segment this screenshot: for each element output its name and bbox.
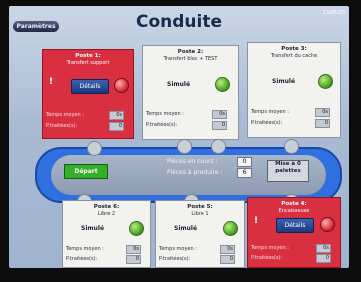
- alert-icon: !: [254, 216, 259, 226]
- poste-6-ptraites-label: P.traitées(s):: [66, 256, 98, 262]
- pieces-a-produire-label: Pièces à produire :: [167, 169, 223, 176]
- poste-4-status-led-icon: [320, 217, 335, 232]
- poste-4-panel: Poste 4: Encaisseuse ! Détails Temps moy…: [247, 197, 341, 268]
- poste-1-details-button[interactable]: Détails: [71, 79, 109, 94]
- poste-3-temps-value: 0s: [315, 108, 330, 117]
- poste-4-task: Encaisseuse: [278, 208, 310, 214]
- poste-5-state: Simulé: [174, 225, 198, 232]
- poste-2-status-led-icon: [215, 77, 230, 92]
- alert-icon: !: [49, 77, 54, 87]
- poste-3-node-icon: [211, 139, 226, 154]
- poste-3b-node-icon: [284, 139, 299, 154]
- poste-6-temps-label: Temps moyen :: [66, 246, 104, 252]
- poste-1-temps-value: 0s: [109, 111, 124, 120]
- poste-2-title: Poste 2:: [177, 49, 204, 55]
- poste-3-state: Simulé: [272, 78, 296, 85]
- poste-2-ptraites-label: P.traitées(s):: [146, 122, 178, 128]
- mise-a-zero-palettes-button[interactable]: Mise à 0 palettes: [267, 160, 309, 182]
- poste-5-task: Libre 1: [191, 211, 209, 217]
- poste-3-title: Poste 3:: [281, 46, 307, 52]
- poste-5-ptraites-value: 0: [220, 255, 235, 264]
- poste-5-status-led-icon: [223, 221, 238, 236]
- poste-5-panel: Poste 5: Libre 1 Simulé Temps moyen : 0s…: [155, 200, 245, 268]
- poste-3-ptraites-value: 0: [315, 119, 330, 128]
- hmi-screen: Paramètres Conduite 13/05/20 Poste 1: Tr…: [9, 6, 349, 268]
- poste-1-ptraites-value: 0: [109, 122, 124, 131]
- date-readout: 13/05/20: [322, 10, 345, 16]
- poste-6-state: Simulé: [81, 225, 105, 232]
- poste-3-task: Transfert du cache: [270, 53, 318, 59]
- poste-4-ptraites-label: P.traitées(s):: [251, 255, 283, 261]
- poste-1-title: Poste 1:: [75, 53, 101, 59]
- poste-6-temps-value: 0s: [126, 245, 141, 254]
- poste-2-temps-value: 0s: [212, 110, 227, 119]
- pieces-a-produire-value[interactable]: 6: [237, 168, 252, 178]
- poste-4-temps-label: Temps moyen :: [251, 245, 289, 251]
- poste-2-state: Simulé: [167, 81, 191, 88]
- poste-1-temps-label: Temps moyen :: [46, 112, 84, 118]
- poste-2-task: Transfert bloc + TEST: [163, 56, 218, 62]
- depart-button[interactable]: Départ: [64, 164, 108, 179]
- poste-6-ptraites-value: 0: [126, 255, 141, 264]
- poste-3-status-led-icon: [318, 74, 333, 89]
- poste-5-title: Poste 5:: [187, 204, 213, 210]
- poste-6-status-led-icon: [129, 221, 144, 236]
- top-bar: Paramètres Conduite 13/05/20: [9, 6, 349, 34]
- poste-2-ptraites-value: 0: [212, 121, 227, 130]
- poste-4-details-button[interactable]: Détails: [276, 218, 314, 233]
- poste-3-ptraites-label: P.traitées(s):: [251, 120, 283, 126]
- poste-1-task: Transfert support: [66, 60, 110, 66]
- poste-1-node-icon: [87, 141, 102, 156]
- poste-1-status-led-icon: [114, 78, 129, 93]
- mise-label-line1: Mise à 0: [275, 161, 301, 167]
- poste-5-temps-label: Temps moyen :: [159, 246, 197, 252]
- poste-6-title: Poste 6:: [93, 204, 120, 210]
- poste-5-temps-value: 0s: [220, 245, 235, 254]
- poste-6-panel: Poste 6: Libre 2 Simulé Temps moyen : 0s…: [62, 200, 151, 268]
- poste-2-node-icon: [177, 139, 192, 154]
- poste-1-panel: Poste 1: Transfert support ! Détails Tem…: [42, 49, 134, 139]
- page-title: Conduite: [135, 12, 222, 32]
- poste-4-title: Poste 4:: [281, 201, 307, 207]
- poste-3-temps-label: Temps moyen :: [251, 109, 289, 115]
- poste-2-temps-label: Temps moyen :: [146, 111, 184, 117]
- poste-4-temps-value: 0s: [316, 244, 331, 253]
- poste-1-ptraites-label: P.traitées(s):: [46, 123, 78, 129]
- pieces-en-cours-label: Pièces en cours :: [167, 158, 218, 165]
- poste-3-panel: Poste 3: Transfert du cache Simulé Temps…: [247, 42, 341, 138]
- mise-label-line2: palettes: [275, 168, 301, 174]
- poste-2-panel: Poste 2: Transfert bloc + TEST Simulé Te…: [142, 45, 239, 140]
- poste-4-ptraites-value: 0: [316, 254, 331, 263]
- poste-6-task: Libre 2: [97, 211, 116, 217]
- poste-5-ptraites-label: P.traitées(s):: [159, 256, 191, 262]
- pieces-en-cours-value: 0: [237, 157, 252, 167]
